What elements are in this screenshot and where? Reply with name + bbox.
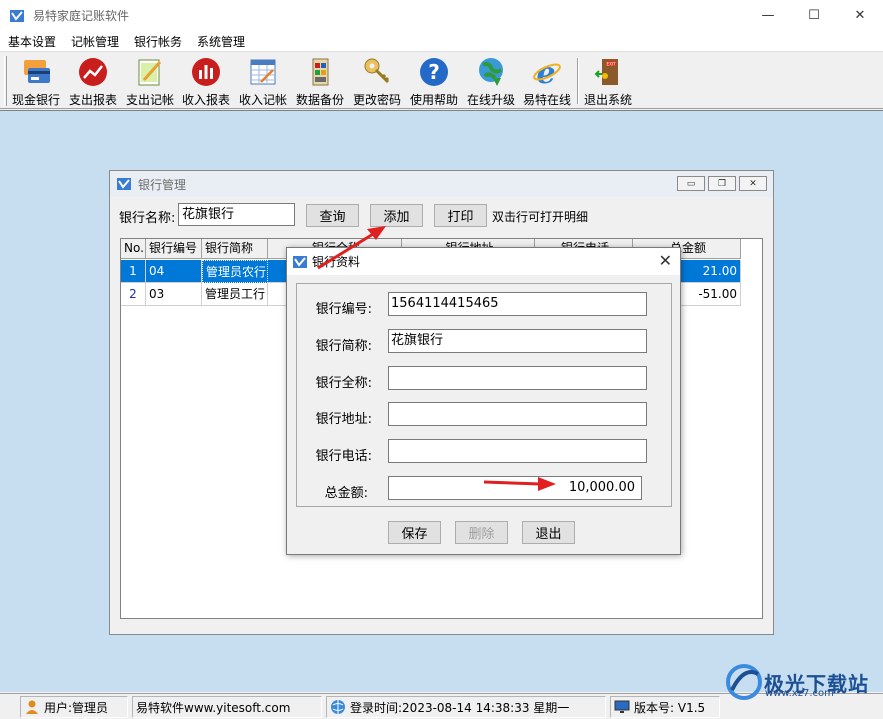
user-icon [26,700,38,714]
status-login-time: 登录时间:2023-08-14 14:38:33 星期一 [326,696,606,718]
status-user: 用户:管理员 [20,696,128,718]
arrow-to-add-button-head [367,226,386,240]
status-company: 易特软件www.yitesoft.com [132,696,322,718]
arrow-to-total-amount [483,480,541,486]
arrow-to-add-button [317,229,379,270]
annotation-arrows [317,226,556,491]
arrow-to-total-amount-head [538,477,556,491]
globe-icon [331,700,345,714]
watermark-logo-icon [726,664,762,700]
monitor-icon [614,700,630,713]
status-version: 版本号: V1.5 [610,696,720,718]
watermark-url: www.xz7.com [765,688,834,699]
watermark: 极光下载站 www.xz7.com [724,662,869,702]
